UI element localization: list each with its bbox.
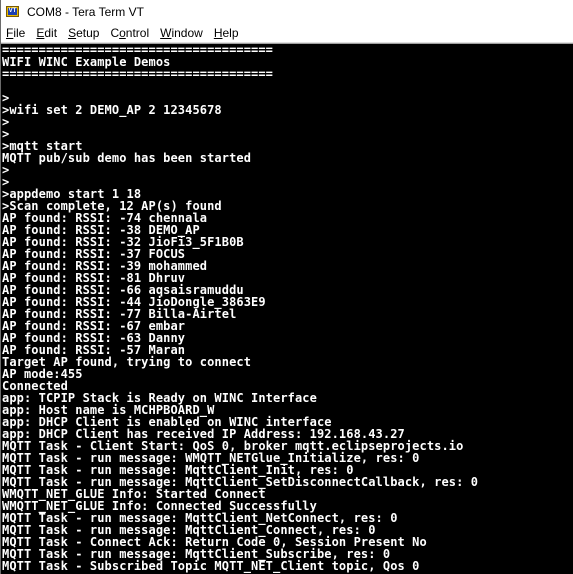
window-title: COM8 - Tera Term VT [27,4,144,19]
menu-window[interactable]: Window [160,26,203,40]
title-bar[interactable]: VT COM8 - Tera Term VT [1,0,573,23]
terminal-output[interactable]: ===================================== WIF… [1,44,573,574]
terminal-line: Target AP found, trying to connect [2,355,252,369]
terminal-lines: ===================================== WIF… [1,44,573,572]
menu-file[interactable]: File [6,26,25,40]
terminal-line: ===================================== [2,67,274,81]
menu-bar: File Edit Setup Control Window Help [1,23,573,42]
terminal-line: MQTT pub/sub demo has been started [2,151,252,165]
terminal-line: MQTT Task - Subscribed Topic MQTT_NET_Cl… [2,559,420,573]
terminal-line: > [2,115,10,129]
menu-control[interactable]: Control [110,26,149,40]
terminal-line: >wifi set 2 DEMO_AP 2 12345678 [2,103,222,117]
menu-setup[interactable]: Setup [68,26,99,40]
menu-edit[interactable]: Edit [36,26,57,40]
terminal-line: > [2,163,10,177]
terminal-line: AP mode:455 [2,367,83,381]
tera-term-vt-icon[interactable]: VT [6,6,19,17]
menu-help[interactable]: Help [214,26,239,40]
terminal-line: > [2,127,10,141]
tera-term-window: VT COM8 - Tera Term VT File Edit Setup C… [0,0,573,574]
